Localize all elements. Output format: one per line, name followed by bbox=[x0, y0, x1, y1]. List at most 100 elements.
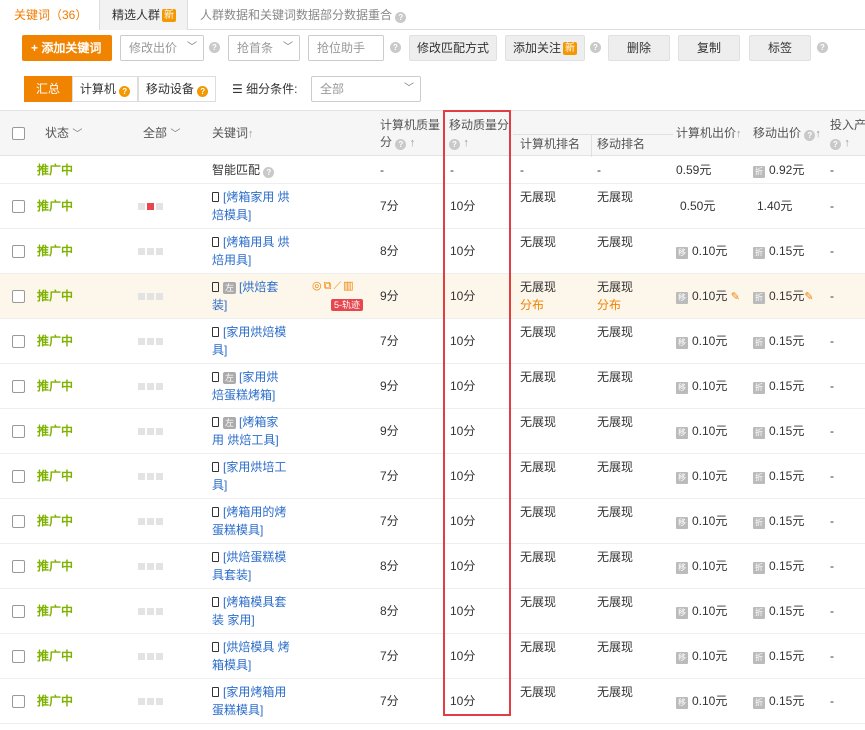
row-checkbox[interactable] bbox=[12, 650, 25, 663]
grab-top-dropdown[interactable]: 抢首条 ﹀ bbox=[228, 35, 300, 61]
row-checkbox[interactable] bbox=[12, 335, 25, 348]
pc-bid-header[interactable]: 计算机出价↑ bbox=[676, 125, 742, 143]
filter-mobile[interactable]: 移动设备 ? bbox=[138, 76, 216, 102]
keyword-link-line1[interactable]: [烤箱家 bbox=[239, 415, 278, 429]
help-icon[interactable]: ? bbox=[590, 42, 601, 53]
keyword-link-line1[interactable]: [烤箱用的烤 bbox=[223, 505, 286, 519]
keyword-link-line1[interactable]: [家用烘 bbox=[239, 370, 278, 384]
all-filter-header[interactable]: 全部 ﹀ bbox=[143, 125, 180, 143]
mobile-bid[interactable]: 折 0.15元 bbox=[753, 422, 804, 440]
pc-bid[interactable]: 移 0.10元 bbox=[676, 602, 727, 620]
copy-icon[interactable]: ⧉ bbox=[324, 280, 334, 292]
keyword-link-line1[interactable]: [烤箱模具套 bbox=[223, 595, 286, 609]
pc-bid[interactable]: 移 0.10元 bbox=[676, 377, 727, 395]
filter-summary[interactable]: 汇总 bbox=[24, 76, 72, 102]
track-badge[interactable]: 5-轨迹 bbox=[331, 295, 364, 313]
keyword-cell[interactable]: [烘焙蛋糕模具套装] bbox=[212, 548, 322, 584]
detail-condition-dropdown[interactable]: 全部 ﹀ bbox=[311, 76, 421, 102]
tag-button[interactable]: 标签 bbox=[749, 35, 811, 61]
mobile-quality-header[interactable]: 移动质量分 ? ↑ bbox=[449, 117, 509, 152]
keyword-cell[interactable]: [烤箱用的烤 蛋糕模具] bbox=[212, 503, 322, 539]
row-checkbox[interactable] bbox=[12, 200, 25, 213]
mobile-bid[interactable]: 折 0.15元 bbox=[753, 332, 804, 350]
copy-button[interactable]: 复制 bbox=[678, 35, 740, 61]
mobile-bid-header[interactable]: 移动出价 ? ↑ bbox=[753, 125, 821, 143]
status-header[interactable]: 状态 ﹀ bbox=[45, 125, 82, 143]
keyword-link-line2[interactable]: 焙蛋糕烤箱] bbox=[212, 388, 275, 402]
add-keyword-button[interactable]: + 添加关键词 bbox=[22, 35, 112, 61]
pc-bid[interactable]: 移 0.10元 bbox=[676, 692, 727, 710]
keyword-link-line2[interactable]: 具套装] bbox=[212, 568, 251, 582]
help-icon[interactable]: ? bbox=[390, 42, 401, 53]
help-icon[interactable]: ? bbox=[817, 42, 828, 53]
keyword-cell[interactable]: 左 [烤箱家用 烘焙工具] bbox=[212, 413, 322, 449]
select-all-checkbox[interactable] bbox=[12, 127, 25, 140]
keyword-link-line1[interactable]: [烤箱用具 烘 bbox=[223, 235, 290, 249]
mobile-bid[interactable]: 折 0.15元 bbox=[753, 242, 804, 260]
row-checkbox[interactable] bbox=[12, 245, 25, 258]
help-icon[interactable]: ? bbox=[209, 42, 220, 53]
keyword-link-line2[interactable]: 具] bbox=[212, 343, 227, 357]
mobile-bid[interactable]: 折 0.15元 bbox=[753, 557, 804, 575]
keyword-cell[interactable]: [烘焙模具 烤箱模具] bbox=[212, 638, 322, 674]
keyword-cell[interactable]: [烤箱用具 烘焙用具] bbox=[212, 233, 322, 269]
tab-keywords[interactable]: 关键词（36） bbox=[0, 0, 100, 30]
keyword-link-line2[interactable]: 焙模具] bbox=[212, 208, 251, 222]
help-icon[interactable]: ? bbox=[395, 12, 407, 23]
row-checkbox[interactable] bbox=[12, 695, 25, 708]
trash-icon[interactable]: ▥ bbox=[343, 280, 355, 292]
pc-bid[interactable]: 移 0.10元 bbox=[676, 647, 727, 665]
mobile-rank-distribution-link[interactable]: 分布 bbox=[597, 296, 633, 314]
pc-bid[interactable]: 移 0.10元 ✎ bbox=[676, 287, 740, 306]
keyword-link-line2[interactable]: 具] bbox=[212, 478, 227, 492]
keyword-link-line2[interactable]: 装] bbox=[212, 298, 227, 312]
delete-button[interactable]: 删除 bbox=[608, 35, 670, 61]
mobile-bid[interactable]: 折 0.15元 bbox=[753, 647, 804, 665]
pc-quality-header[interactable]: 计算机质量 分 ? ↑ bbox=[380, 117, 440, 152]
keyword-link-line2[interactable]: 蛋糕模具] bbox=[212, 703, 263, 717]
keyword-link-line2[interactable]: 装 家用] bbox=[212, 613, 255, 627]
row-checkbox[interactable] bbox=[12, 470, 25, 483]
mobile-bid[interactable]: 折 0.15元 bbox=[753, 467, 804, 485]
keyword-link-line1[interactable]: [烘焙蛋糕模 bbox=[223, 550, 286, 564]
pc-bid[interactable]: 移 0.10元 bbox=[676, 512, 727, 530]
keyword-link-line1[interactable]: [家用烘焙模 bbox=[223, 325, 286, 339]
target-icon[interactable]: ◎ bbox=[312, 280, 324, 292]
keyword-cell[interactable]: [烤箱家用 烘焙模具] bbox=[212, 188, 322, 224]
pc-bid[interactable]: 0.50元 bbox=[680, 197, 715, 215]
mobile-bid[interactable]: 折 0.15元 bbox=[753, 692, 804, 710]
chart-icon[interactable]: ⟋ bbox=[333, 280, 343, 292]
mobile-bid[interactable]: 折 0.15元 bbox=[753, 602, 804, 620]
filter-computer[interactable]: 计算机 ? bbox=[72, 76, 138, 102]
pc-bid[interactable]: 移 0.10元 bbox=[676, 332, 727, 350]
keyword-link-line1[interactable]: [烘焙套 bbox=[239, 280, 278, 294]
pc-bid[interactable]: 移 0.10元 bbox=[676, 557, 727, 575]
keyword-cell[interactable]: [家用烘焙模具] bbox=[212, 323, 322, 359]
keyword-cell[interactable]: 左 [家用烘 焙蛋糕烤箱] bbox=[212, 368, 322, 404]
keyword-link-line1[interactable]: [烘焙模具 烤 bbox=[223, 640, 290, 654]
pc-bid[interactable]: 移 0.10元 bbox=[676, 422, 727, 440]
edit-pencil-icon[interactable]: ✎ bbox=[731, 291, 740, 303]
add-follow-button[interactable]: 添加关注新 bbox=[505, 35, 585, 61]
row-checkbox[interactable] bbox=[12, 380, 25, 393]
mobile-bid[interactable]: 1.40元 bbox=[757, 197, 792, 215]
tab-crowd[interactable]: 精选人群新 bbox=[100, 0, 188, 30]
row-checkbox[interactable] bbox=[12, 290, 25, 303]
keyword-link-line2[interactable]: 箱模具] bbox=[212, 658, 251, 672]
rank-helper-button[interactable]: 抢位助手 bbox=[308, 35, 384, 61]
modify-bid-dropdown[interactable]: 修改出价 ﹀ bbox=[120, 35, 204, 61]
row-checkbox[interactable] bbox=[12, 560, 25, 573]
help-icon[interactable]: ? bbox=[263, 167, 275, 178]
mobile-bid[interactable]: 折 0.15元 bbox=[753, 512, 804, 530]
keyword-cell[interactable]: 左 [烘焙套 装] bbox=[212, 278, 322, 314]
keyword-cell[interactable]: [烤箱模具套装 家用] bbox=[212, 593, 322, 629]
modify-match-button[interactable]: 修改匹配方式 bbox=[409, 35, 497, 61]
keyword-link-line2[interactable]: 用 烘焙工具] bbox=[212, 433, 279, 447]
keyword-header[interactable]: 关键词↑ bbox=[212, 125, 254, 143]
row-checkbox[interactable] bbox=[12, 605, 25, 618]
keyword-link-line1[interactable]: [家用烘培工 bbox=[223, 460, 286, 474]
mobile-bid[interactable]: 折 0.15元 bbox=[753, 377, 804, 395]
row-checkbox[interactable] bbox=[12, 425, 25, 438]
pc-bid[interactable]: 移 0.10元 bbox=[676, 242, 727, 260]
keyword-link-line1[interactable]: [烤箱家用 烘 bbox=[223, 190, 290, 204]
